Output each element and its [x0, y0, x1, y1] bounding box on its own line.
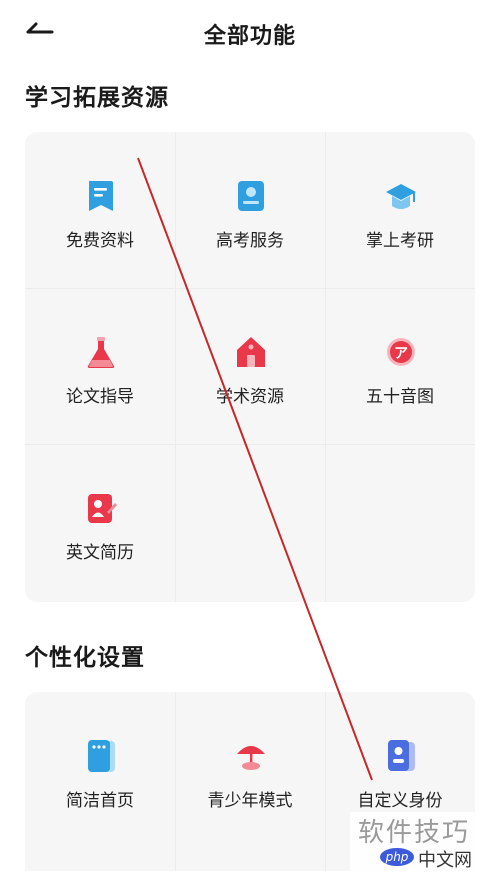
kana-badge-icon: ア — [387, 338, 415, 366]
tile-teen-mode[interactable]: 青少年模式 — [175, 692, 325, 848]
page-title: 全部功能 — [203, 24, 296, 49]
bookmark-doc-icon — [89, 181, 113, 211]
watermark: 软件技巧 php 中文网 — [350, 812, 500, 871]
tile-label: 免费资料 — [66, 231, 134, 251]
umbrella-icon — [237, 746, 265, 770]
tile-gaokao-service[interactable]: 高考服务 — [175, 132, 325, 288]
flask-icon — [87, 337, 115, 368]
tile-label: 五十音图 — [366, 387, 434, 407]
section-title-learning: 学习拓展资源 — [25, 85, 169, 111]
tile-fifty-sounds[interactable]: ア 五十音图 — [325, 288, 475, 444]
tile-label: 简洁首页 — [66, 791, 134, 811]
watermark-site: 中文网 — [418, 850, 472, 871]
tile-label: 自定义身份 — [357, 791, 443, 811]
svg-text:ア: ア — [394, 346, 408, 362]
tile-thesis-guide[interactable]: 论文指导 — [25, 288, 175, 444]
php-logo-badge: php — [380, 848, 414, 866]
section-title-personalization: 个性化设置 — [25, 645, 145, 671]
tile-label: 掌上考研 — [366, 231, 434, 251]
tile-label: 英文简历 — [66, 543, 134, 563]
tile-academic-resources[interactable]: 学术资源 — [175, 288, 325, 444]
learning-resources-panel: 免费资料 高考服务 掌上考研 论文指导 学术资源 ア 五十音图 英文简历 — [25, 132, 475, 602]
tile-english-resume[interactable]: 英文简历 — [25, 444, 175, 600]
tile-label: 论文指导 — [66, 387, 134, 407]
resume-icon — [88, 494, 117, 523]
tile-simple-home[interactable]: 简洁首页 — [25, 692, 175, 848]
tile-label: 学术资源 — [216, 387, 284, 407]
house-icon — [237, 337, 265, 367]
id-card-icon — [388, 740, 415, 771]
tile-postgrad-exam[interactable]: 掌上考研 — [325, 132, 475, 288]
header: 全部功能 — [0, 0, 500, 64]
tile-label: 青少年模式 — [207, 791, 293, 811]
tile-label: 高考服务 — [216, 231, 284, 251]
tile-free-materials[interactable]: 免费资料 — [25, 132, 175, 288]
graduation-cap-icon — [386, 184, 416, 209]
watermark-text: 软件技巧 — [358, 818, 471, 848]
exam-card-icon — [238, 181, 264, 211]
phone-grid-icon — [88, 740, 115, 772]
